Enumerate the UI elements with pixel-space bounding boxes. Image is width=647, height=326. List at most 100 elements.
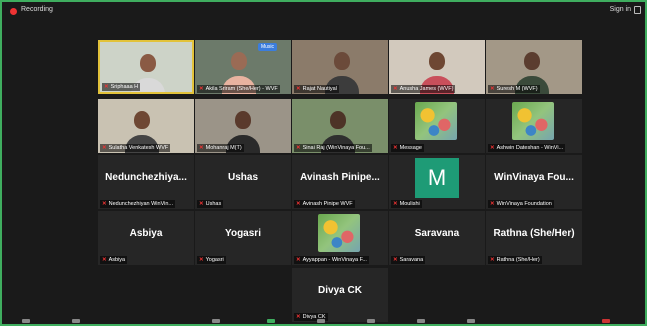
participant-display-name: Divya CK [318, 285, 362, 296]
participant-tile[interactable]: ✕ Anusha James (WVF) [389, 40, 485, 94]
participant-display-name: Saravana [414, 228, 460, 239]
participant-name-text: Nedunchezhiyan WinVin... [108, 201, 174, 207]
participant-tile[interactable]: Ushas ✕ Ushas [195, 155, 291, 209]
person-head [334, 52, 350, 70]
profile-picture [318, 214, 360, 252]
reactions-icon[interactable] [417, 319, 425, 323]
mic-muted-icon: ✕ [102, 257, 107, 263]
participant-tile[interactable]: ✕ Mohanraj M(T) [195, 99, 291, 153]
mic-muted-icon: ✕ [296, 86, 301, 92]
participant-name-text: Suresh M (WVF) [496, 86, 538, 92]
participant-name-label: ✕ Sulatha Venkatesh WVF [100, 144, 171, 152]
mute-icon[interactable] [22, 319, 30, 323]
mic-muted-icon: ✕ [199, 86, 204, 92]
participant-name-text: Message [399, 145, 422, 151]
participant-name-text: Rathna (She/Her) [496, 257, 540, 263]
recording-icon [10, 8, 17, 15]
participant-name-text: Ushas [205, 201, 222, 207]
participant-name-label: ✕ Mohanraj M(T) [197, 144, 244, 152]
mic-muted-icon: ✕ [296, 201, 301, 207]
participant-name-label: ✕ Suresh M (WVF) [488, 85, 540, 93]
participant-name-label: ✕ Asbiya [100, 256, 128, 264]
participant-name-text: Sinai Raj (WinVinaya Fou... [302, 145, 370, 151]
mic-muted-icon: ✕ [393, 257, 398, 263]
meeting-toolbar [2, 318, 645, 324]
mic-muted-icon: ✕ [490, 257, 495, 263]
participant-tile[interactable]: ✕ Rajat Nautiyal [292, 40, 388, 94]
participant-name-label: ✕ WinVinaya Foundation [488, 200, 554, 208]
participant-name-text: WinVinaya Foundation [496, 201, 552, 207]
participant-tile[interactable]: Nedunchezhiya... ✕ Nedunchezhiyan WinVin..… [98, 155, 194, 209]
mic-muted-icon: ✕ [393, 145, 398, 151]
participant-name-label: ✕ Anusha James (WVF) [391, 85, 456, 93]
music-badge: Music [257, 43, 277, 51]
participant-name-text: Saravana [399, 257, 424, 263]
profile-picture [415, 102, 457, 140]
share-screen-icon[interactable] [267, 319, 275, 323]
participant-display-name: Avinash Pinipe... [300, 172, 380, 183]
participant-name-label: ✕ Saravana [391, 256, 426, 264]
person-head [524, 52, 540, 70]
person-head [330, 111, 346, 129]
mic-muted-icon: ✕ [393, 201, 398, 207]
meeting-window: Recording Sign in ✕ Sriphaaa H Music ✕ Akila… [0, 0, 647, 326]
participant-tile[interactable]: ✕ Sinai Raj (WinVinaya Fou... [292, 99, 388, 153]
mic-muted-icon: ✕ [199, 257, 204, 263]
leave-button[interactable] [602, 319, 610, 323]
participant-name-text: Ayyappan - WinVinaya F... [302, 257, 367, 263]
record-icon[interactable] [367, 319, 375, 323]
participants-icon[interactable] [212, 319, 220, 323]
mic-muted-icon: ✕ [296, 257, 301, 263]
person-head [235, 111, 251, 129]
participant-tile[interactable]: Avinash Pinipe... ✕ Avinash Pinipe WVF [292, 155, 388, 209]
participant-name-text: Yogasri [205, 257, 224, 263]
participant-tile[interactable]: Divya CK ✕ Divya CK [292, 268, 388, 322]
participant-display-name: WinVinaya Fou... [494, 172, 574, 183]
participant-tile[interactable]: Saravana ✕ Saravana [389, 211, 485, 265]
apps-icon[interactable] [467, 319, 475, 323]
participant-name-label: ✕ Avinash Pinipe WVF [294, 200, 355, 208]
mic-muted-icon: ✕ [490, 86, 495, 92]
participant-tile[interactable]: ✕ Sulatha Venkatesh WVF [98, 99, 194, 153]
participant-name-text: Mohanraj M(T) [205, 145, 242, 151]
mic-muted-icon: ✕ [104, 84, 109, 90]
mic-muted-icon: ✕ [199, 201, 204, 207]
participant-tile[interactable]: ✕ Sriphaaa H [98, 40, 194, 94]
participant-tile[interactable]: WinVinaya Fou... ✕ WinVinaya Foundation [486, 155, 582, 209]
person-head [140, 54, 156, 72]
participant-tile[interactable]: Music ✕ Akila Sriram (She/Her) - WVF [195, 40, 291, 94]
participant-tile[interactable]: ✕ Ashwin Dateshan - WinVi... [486, 99, 582, 153]
participant-display-name: Ushas [227, 172, 258, 183]
participant-tile[interactable]: Yogasri ✕ Yogasri [195, 211, 291, 265]
participant-name-text: Avinash Pinipe WVF [302, 201, 353, 207]
participant-name-text: Sriphaaa H [110, 84, 139, 90]
participant-name-text: Ashwin Dateshan - WinVi... [496, 145, 564, 151]
chat-icon[interactable] [317, 319, 325, 323]
participant-name-label: ✕ Nedunchezhiyan WinVin... [100, 200, 176, 208]
participant-display-name: Nedunchezhiya... [105, 172, 187, 183]
participant-tile[interactable]: Asbiya ✕ Asbiya [98, 211, 194, 265]
participant-name-label: ✕ Akila Sriram (She/Her) - WVF [197, 85, 280, 93]
participant-tile[interactable]: ✕ Message [389, 99, 485, 153]
participant-name-label: ✕ Moulishi [391, 200, 422, 208]
participant-tile[interactable]: ✕ Suresh M (WVF) [486, 40, 582, 94]
participant-name-text: Rajat Nautiyal [302, 86, 337, 92]
participant-name-label: ✕ Rajat Nautiyal [294, 85, 339, 93]
participant-name-label: ✕ Sinai Raj (WinVinaya Fou... [294, 144, 372, 152]
sign-in-link[interactable]: Sign in [610, 6, 631, 13]
mic-muted-icon: ✕ [490, 201, 495, 207]
mic-muted-icon: ✕ [199, 145, 204, 151]
participant-name-text: Anusha James (WVF) [399, 86, 454, 92]
participant-tile[interactable]: Rathna (She/Her) ✕ Rathna (She/Her) [486, 211, 582, 265]
mic-muted-icon: ✕ [296, 145, 301, 151]
recording-label: Recording [21, 6, 53, 13]
participant-display-name: Rathna (She/Her) [493, 228, 575, 239]
video-icon[interactable] [72, 319, 80, 323]
participant-name-label: ✕ Ayyappan - WinVinaya F... [294, 256, 369, 264]
participant-name-label: ✕ Rathna (She/Her) [488, 256, 542, 264]
participant-tile[interactable]: ✕ Ayyappan - WinVinaya F... [292, 211, 388, 265]
participant-tile[interactable]: M ✕ Moulishi [389, 155, 485, 209]
mic-muted-icon: ✕ [393, 86, 398, 92]
participant-name-text: Asbiya [108, 257, 126, 263]
window-icon[interactable] [634, 6, 641, 14]
